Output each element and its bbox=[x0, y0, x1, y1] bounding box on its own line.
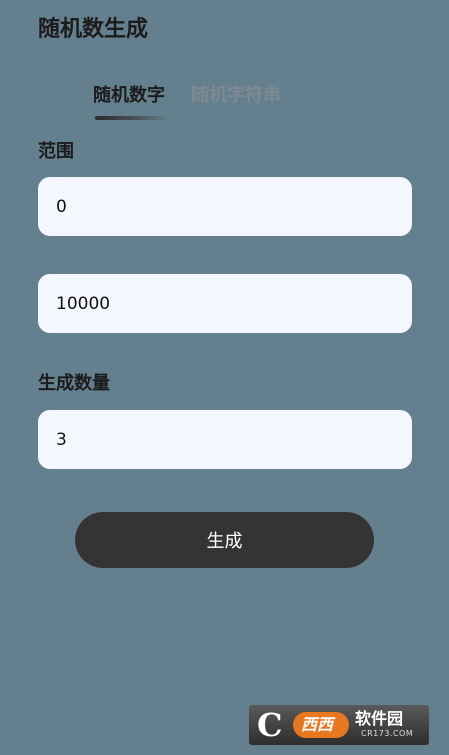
watermark-letter: C bbox=[257, 706, 283, 744]
watermark-name: 软件园 bbox=[355, 709, 404, 728]
page-title: 随机数生成 bbox=[38, 17, 149, 42]
tab-random-string[interactable]: 随机字符串 bbox=[191, 82, 281, 110]
generate-button[interactable]: 生成 bbox=[75, 512, 374, 568]
watermark-domain: CR173.COM bbox=[361, 729, 414, 738]
range-label: 范围 bbox=[38, 141, 74, 162]
watermark-badge-text: 西西 bbox=[301, 715, 334, 734]
range-min-input[interactable] bbox=[38, 177, 412, 236]
count-label: 生成数量 bbox=[38, 373, 110, 394]
tab-random-number[interactable]: 随机数字 bbox=[93, 82, 169, 120]
tab-label: 随机数字 bbox=[93, 85, 165, 106]
watermark-logo: C 西西 软件园 CR173.COM bbox=[249, 705, 429, 745]
tab-label: 随机字符串 bbox=[191, 85, 281, 106]
count-input[interactable] bbox=[38, 410, 412, 469]
range-max-input[interactable] bbox=[38, 274, 412, 333]
active-tab-indicator bbox=[95, 116, 169, 120]
tab-bar: 随机数字 随机字符串 bbox=[93, 82, 281, 120]
